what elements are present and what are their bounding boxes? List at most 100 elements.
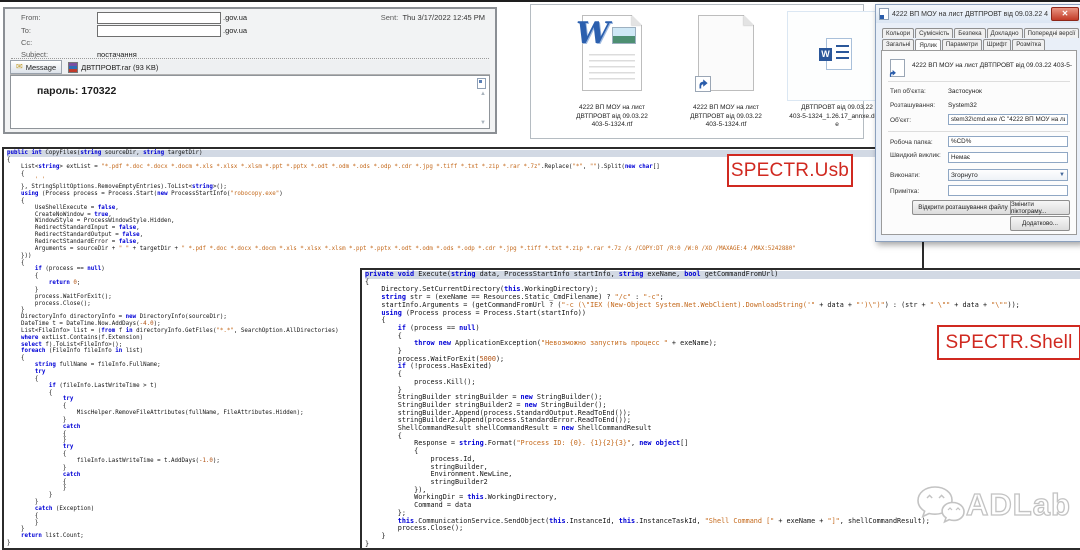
code-line: process.Kill();	[365, 379, 1080, 387]
code-line: }))	[7, 253, 922, 260]
code-line: UseShellExecute = false,	[7, 205, 922, 212]
spectr-usb-label: SPECTR.Usb	[727, 154, 853, 187]
run-label: Виконати:	[890, 172, 944, 179]
to-label: To:	[21, 26, 31, 35]
code-line: {	[7, 198, 922, 205]
code-line: }	[365, 533, 1080, 541]
from-label: From:	[21, 13, 41, 22]
tab-layout[interactable]: Розмітка	[1012, 39, 1045, 50]
advanced-button[interactable]: Додатково...	[1010, 216, 1070, 231]
code-line: Response = string.Format("Process ID: {0…	[365, 440, 1080, 448]
dialog-tabs-back-row: Кольори Сумісність Безпека Докладно Попе…	[882, 28, 1080, 38]
attachment-name: ДВТПРОВТ.rar (93 KB)	[81, 63, 158, 72]
code-line: process.Close();	[365, 525, 1080, 533]
envelope-icon: ✉	[16, 64, 23, 70]
email-body: пароль: 170322 ▲ ▼	[10, 75, 490, 129]
tab-previous-versions[interactable]: Попередні версії	[1024, 28, 1080, 38]
code-line: CreateNoWindow = true,	[7, 212, 922, 219]
word-w-square-icon: W	[819, 48, 832, 61]
scroll-up-icon[interactable]: ▲	[480, 91, 486, 97]
rar-file-icon	[68, 62, 78, 73]
comment-label: Примітка:	[890, 188, 944, 195]
close-button[interactable]: ✕	[1051, 7, 1079, 21]
decompiled-code-window-shell: private void Execute(string data, Proces…	[360, 268, 1080, 550]
document-text-lines	[589, 54, 635, 84]
code-line: {	[7, 260, 922, 267]
selection-highlight: W	[787, 11, 887, 101]
code-line: Command = data	[365, 502, 1080, 510]
spectr-shell-label: SPECTR.Shell	[937, 325, 1080, 360]
scroll-down-icon[interactable]: ▼	[480, 120, 486, 126]
dialog-title-icon	[879, 8, 889, 20]
word-docx-icon: W	[826, 38, 852, 70]
email-body-text: пароль: 170322	[37, 85, 116, 97]
change-icon-button[interactable]: Змінити піктограму...	[1010, 200, 1070, 215]
redacted-from-address	[97, 12, 221, 24]
code-line: RedirectStandardOutput = false,	[7, 232, 922, 239]
message-tab[interactable]: ✉ Message	[10, 60, 62, 74]
code-line: WorkingDir = this.WorkingDirectory,	[365, 494, 1080, 502]
tab-colors[interactable]: Кольори	[882, 28, 914, 38]
shortcut-tab-pane: 4222 ВП МОУ на лист ДВТПРОВТ від 09.03.2…	[881, 50, 1077, 235]
run-select-value: Згорнуто	[951, 172, 978, 179]
code-line: if (!process.HasExited)	[365, 363, 1080, 371]
tab-shortcut-active[interactable]: Ярлик	[915, 39, 940, 50]
tab-security[interactable]: Безпека	[954, 28, 985, 38]
tab-options[interactable]: Параметри	[942, 39, 982, 50]
dialog-title: 4222 ВП МОУ на лист ДВТПРОВТ від 09.03.2…	[892, 11, 1048, 18]
working-folder-label: Робоча папка:	[890, 139, 944, 146]
screenshot-top-border	[0, 0, 1080, 2]
word-w-logo-icon: W	[576, 20, 610, 48]
header-separator	[11, 58, 489, 59]
tab-general[interactable]: Загальні	[882, 39, 914, 50]
comment-input[interactable]	[948, 185, 1068, 196]
code-listing-shell: private void Execute(string data, Proces…	[362, 270, 1080, 548]
code-line: private void Execute(string data, Proces…	[365, 271, 1080, 279]
target-label: Об'єкт:	[890, 117, 944, 124]
sent-line: Sent: Thu 3/17/2022 12:45 PM	[381, 13, 485, 22]
open-file-location-button[interactable]: Відкрити розташування файлу	[912, 200, 1014, 215]
working-folder-input[interactable]	[948, 136, 1068, 147]
code-line: WindowStyle = ProcessWindowStyle.Hidden,	[7, 218, 922, 225]
file-item-rtf-shortcut[interactable]: 4222 ВП МОУ на лист ДВТПРОВТ від 09.03.2…	[674, 9, 778, 91]
file-label: 4222 ВП МОУ на лист ДВТПРОВТ від 09.03.2…	[674, 104, 778, 130]
run-select[interactable]: Згорнуто ▼	[948, 169, 1068, 181]
reading-view-icon[interactable]	[477, 78, 486, 89]
file-label: ДВТПРОВТ від 09.03.22 403-5-1324_1.26.17…	[785, 104, 889, 130]
file-item-rtf-word[interactable]: W 4222 ВП МОУ на лист ДВТПРОВТ від 09.03…	[560, 9, 664, 91]
shortcut-file-title: 4222 ВП МОУ на лист ДВТПРОВТ від 09.03.2…	[912, 62, 1072, 69]
code-line: }	[365, 541, 1080, 549]
blank-document-icon	[698, 15, 754, 91]
file-label: 4222 ВП МОУ на лист ДВТПРОВТ від 09.03.2…	[560, 104, 664, 130]
object-type-value: Застосунок	[948, 88, 982, 95]
code-line: stringBuilder2	[365, 479, 1080, 487]
shortcut-file-icon	[890, 59, 905, 77]
location-label: Розташування:	[890, 102, 944, 109]
code-line: ShellCommandResult shellCommandResult = …	[365, 425, 1080, 433]
reading-pane-scroll: ▲ ▼	[476, 78, 487, 126]
file-explorer-panel: W 4222 ВП МОУ на лист ДВТПРОВТ від 09.03…	[530, 4, 864, 139]
from-domain: .gov.ua	[223, 13, 247, 22]
target-input[interactable]	[948, 114, 1068, 125]
location-value: System32	[948, 102, 977, 109]
sent-value: Thu 3/17/2022 12:45 PM	[402, 13, 485, 22]
code-line: using (Process process = Process.Start(n…	[7, 191, 922, 198]
shortcut-arrow-icon	[695, 76, 711, 92]
sent-label: Sent:	[381, 13, 399, 22]
tab-compatibility[interactable]: Сумісність	[915, 28, 953, 38]
code-line: Arguments = sourceDir + " " + targetDir …	[7, 246, 922, 253]
code-line: RedirectStandardInput = false,	[7, 225, 922, 232]
code-line: using (Process process = Process.Start(s…	[365, 310, 1080, 318]
hotkey-input[interactable]	[948, 152, 1068, 163]
code-line: this.CommunicationService.SendObject(thi…	[365, 518, 1080, 526]
tab-font[interactable]: Шрифт	[983, 39, 1011, 50]
shortcut-properties-dialog: 4222 ВП МОУ на лист ДВТПРОВТ від 09.03.2…	[875, 4, 1080, 242]
tab-details[interactable]: Докладно	[987, 28, 1023, 38]
embedded-image-thumbnail	[612, 27, 636, 44]
dialog-titlebar: 4222 ВП МОУ на лист ДВТПРОВТ від 09.03.2…	[876, 5, 1080, 23]
message-tab-label: Message	[26, 63, 56, 72]
attachment-item[interactable]: ДВТПРОВТ.rar (93 KB)	[68, 62, 158, 73]
chevron-down-icon: ▼	[1059, 172, 1065, 178]
email-message-window: From: .gov.ua Sent: Thu 3/17/2022 12:45 …	[3, 7, 497, 134]
to-domain: .gov.ua	[223, 26, 247, 35]
